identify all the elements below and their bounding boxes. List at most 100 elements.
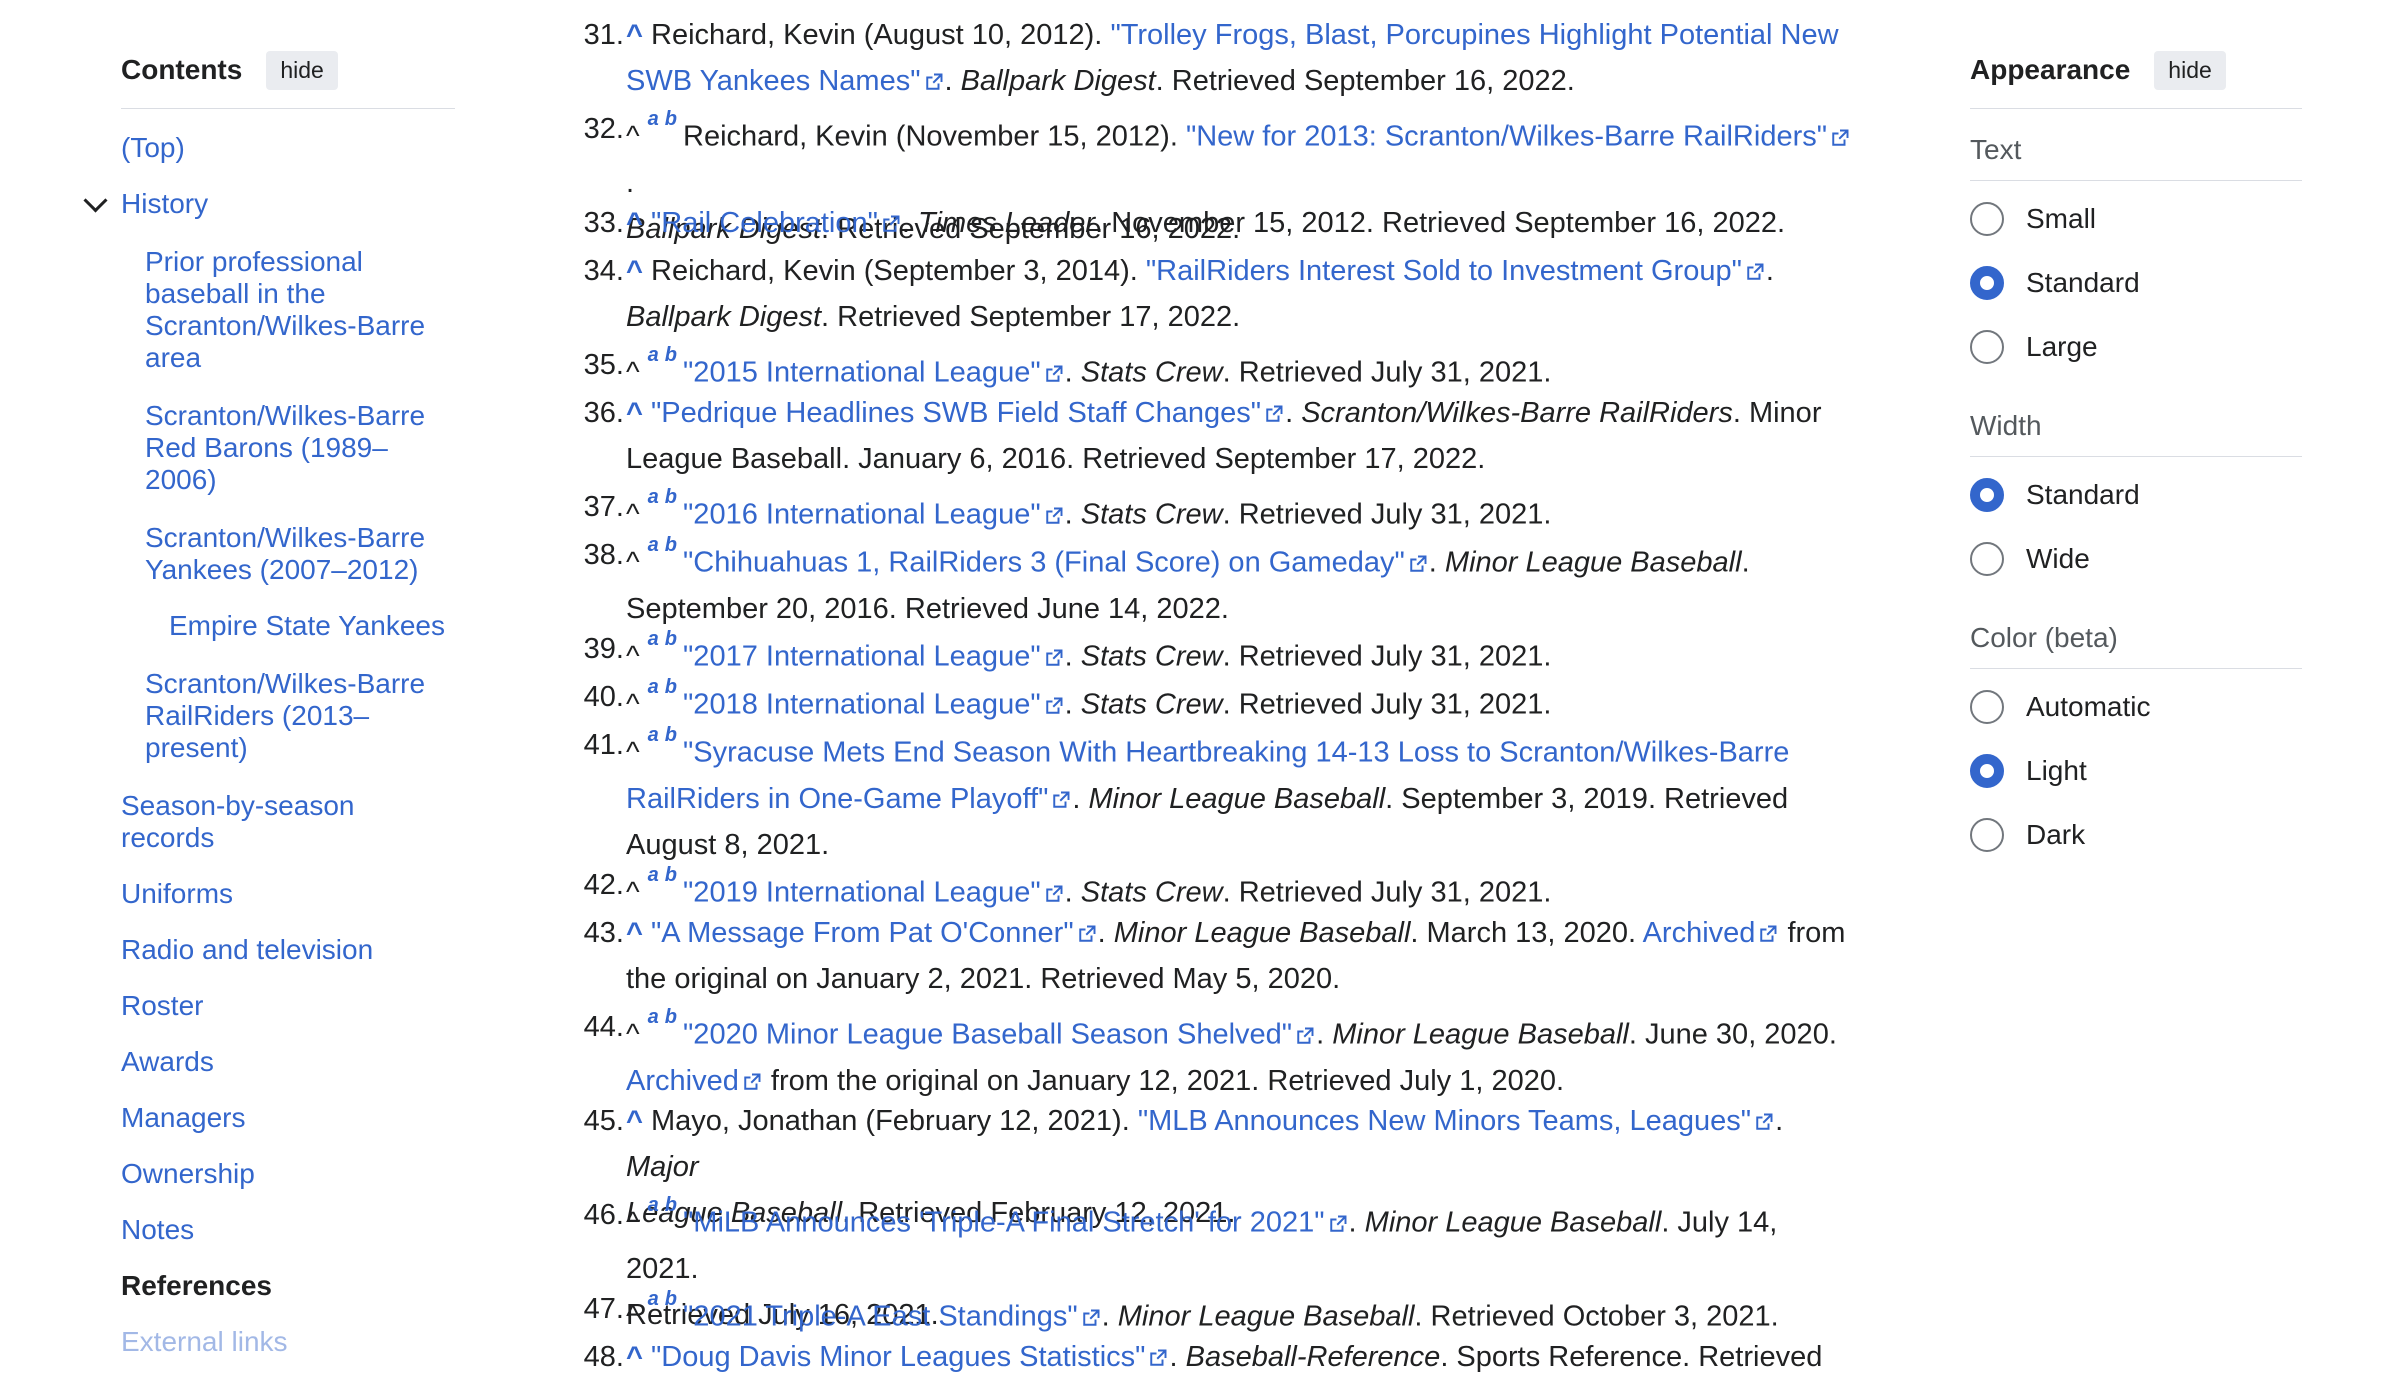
backlink-a[interactable]: a bbox=[648, 1288, 659, 1310]
backlink-a[interactable]: a bbox=[648, 864, 659, 886]
toc-item-uniforms[interactable]: Uniforms bbox=[121, 878, 233, 910]
toc-item-top[interactable]: (Top) bbox=[121, 132, 185, 164]
radio-standard-width[interactable] bbox=[1970, 478, 2004, 512]
toc-item-managers[interactable]: Managers bbox=[121, 1102, 246, 1134]
radio-light[interactable] bbox=[1970, 754, 2004, 788]
archived-link[interactable]: Archived bbox=[1643, 917, 1756, 949]
reference-link[interactable]: "2018 International League" bbox=[683, 689, 1041, 721]
backlink-a[interactable]: a bbox=[648, 344, 659, 366]
text-option-small[interactable]: Small bbox=[1970, 202, 2096, 236]
backlink-b[interactable]: b bbox=[665, 1194, 677, 1216]
backlink-a[interactable]: a bbox=[648, 724, 659, 746]
width-option-wide[interactable]: Wide bbox=[1970, 542, 2090, 576]
text-option-standard[interactable]: Standard bbox=[1970, 266, 2140, 300]
reference-link[interactable]: "2020 Minor League Baseball Season Shelv… bbox=[683, 1019, 1292, 1051]
reference-link-cont[interactable]: RailRiders in One-Game Playoff" bbox=[626, 783, 1048, 815]
toc-item-notes[interactable]: Notes bbox=[121, 1214, 194, 1246]
reference-link[interactable]: "Chihuahuas 1, RailRiders 3 (Final Score… bbox=[683, 547, 1405, 579]
backlink-caret[interactable]: ^ bbox=[626, 917, 643, 949]
backlink-caret[interactable]: ^ bbox=[626, 207, 643, 239]
external-link-icon bbox=[1265, 405, 1283, 423]
reference-number: 37. bbox=[583, 491, 624, 523]
backlink-b[interactable]: b bbox=[665, 1006, 677, 1028]
backlink-caret[interactable]: ^ bbox=[626, 397, 643, 429]
reference-link[interactable]: "2019 International League" bbox=[683, 877, 1041, 909]
toc-item-red-barons[interactable]: Scranton/Wilkes-Barre Red Barons (1989–2… bbox=[145, 400, 445, 496]
backlink-b[interactable]: b bbox=[665, 344, 677, 366]
toc-item-radio-television[interactable]: Radio and television bbox=[121, 934, 373, 966]
backlink-b[interactable]: b bbox=[665, 628, 677, 650]
backlink-caret[interactable]: ^ bbox=[626, 19, 643, 51]
reference-link[interactable]: "Syracuse Mets End Season With Heartbrea… bbox=[683, 737, 1789, 769]
toc-item-roster[interactable]: Roster bbox=[121, 990, 203, 1022]
backlink-a[interactable]: a bbox=[648, 676, 659, 698]
backlink-a[interactable]: a bbox=[648, 108, 659, 130]
reference-link[interactable]: "RailRiders Interest Sold to Investment … bbox=[1146, 255, 1742, 287]
backlink-b[interactable]: b bbox=[665, 486, 677, 508]
radio-small[interactable] bbox=[1970, 202, 2004, 236]
toc-item-railriders[interactable]: Scranton/Wilkes-Barre RailRiders (2013–p… bbox=[145, 668, 445, 764]
reference-link[interactable]: "New for 2013: Scranton/Wilkes-Barre Rai… bbox=[1186, 121, 1827, 153]
reference-sep: . bbox=[1064, 688, 1081, 721]
toc-item-season-records[interactable]: Season-by-season records bbox=[121, 790, 421, 854]
backlink-caret[interactable]: ^ bbox=[626, 255, 643, 287]
reference-link[interactable]: "2016 International League" bbox=[683, 499, 1041, 531]
reference-link[interactable]: "2015 International League" bbox=[683, 357, 1041, 389]
backlink-a[interactable]: a bbox=[648, 486, 659, 508]
external-link-icon bbox=[1045, 885, 1063, 903]
backlink-caret[interactable]: ^ bbox=[626, 1341, 643, 1373]
radio-automatic[interactable] bbox=[1970, 690, 2004, 724]
backlink-a[interactable]: a bbox=[648, 628, 659, 650]
reference-link[interactable]: "2021 Triple-A East Standings" bbox=[683, 1301, 1078, 1333]
text-option-large[interactable]: Large bbox=[1970, 330, 2098, 364]
toc-item-swb-yankees[interactable]: Scranton/Wilkes-Barre Yankees (2007–2012… bbox=[145, 522, 445, 586]
backlink-b[interactable]: b bbox=[665, 676, 677, 698]
backlink-b[interactable]: b bbox=[665, 864, 677, 886]
radio-dark[interactable] bbox=[1970, 818, 2004, 852]
reference-link[interactable]: "Rail Celebration" bbox=[651, 207, 878, 239]
reference-date: . September 3, 2019. Retrieved bbox=[1385, 782, 1789, 815]
backlink-b[interactable]: b bbox=[665, 724, 677, 746]
reference-link[interactable]: "MiLB Announces 'Triple-A Final Stretch'… bbox=[683, 1207, 1325, 1239]
reference-sep: . bbox=[626, 166, 635, 199]
reference-date: . Retrieved September 16, 2022. bbox=[1155, 65, 1575, 97]
toc-hide-button[interactable]: hide bbox=[266, 50, 338, 90]
color-option-dark[interactable]: Dark bbox=[1970, 818, 2085, 852]
external-link-icon bbox=[925, 73, 943, 91]
archived-link[interactable]: Archived bbox=[626, 1065, 739, 1097]
chevron-down-icon[interactable] bbox=[83, 188, 108, 213]
reference-publisher: Stats Crew bbox=[1080, 498, 1223, 531]
reference-link[interactable]: "Trolley Frogs, Blast, Porcupines Highli… bbox=[1110, 19, 1838, 51]
toc-item-history[interactable]: History bbox=[121, 188, 208, 220]
color-option-light[interactable]: Light bbox=[1970, 754, 2087, 788]
reference-link[interactable]: "A Message From Pat O'Conner" bbox=[651, 917, 1074, 949]
reference-publisher: Times Leader bbox=[918, 207, 1096, 239]
radio-standard-text[interactable] bbox=[1970, 266, 2004, 300]
backlink-caret[interactable]: ^ bbox=[626, 1105, 643, 1137]
toc-item-external-links[interactable]: External links bbox=[121, 1326, 288, 1358]
backlink-a[interactable]: a bbox=[648, 1194, 659, 1216]
reference-date: . Minor bbox=[1732, 397, 1822, 429]
external-link-icon bbox=[1078, 925, 1096, 943]
backlink-b[interactable]: b bbox=[665, 534, 677, 556]
width-option-standard[interactable]: Standard bbox=[1970, 478, 2140, 512]
radio-large[interactable] bbox=[1970, 330, 2004, 364]
toc-item-ownership[interactable]: Ownership bbox=[121, 1158, 255, 1190]
radio-wide[interactable] bbox=[1970, 542, 2004, 576]
backlink-b[interactable]: b bbox=[665, 108, 677, 130]
appearance-hide-button[interactable]: hide bbox=[2154, 50, 2226, 90]
toc-item-empire-state-yankees[interactable]: Empire State Yankees bbox=[169, 610, 445, 642]
reference-link[interactable]: "MLB Announces New Minors Teams, Leagues… bbox=[1138, 1105, 1751, 1137]
color-option-automatic[interactable]: Automatic bbox=[1970, 690, 2151, 724]
backlink-b[interactable]: b bbox=[665, 1288, 677, 1310]
reference-date: . Retrieved July 31, 2021. bbox=[1222, 688, 1552, 721]
toc-item-references[interactable]: References bbox=[121, 1270, 272, 1302]
reference-link[interactable]: "2017 International League" bbox=[683, 641, 1041, 673]
backlink-a[interactable]: a bbox=[648, 534, 659, 556]
reference-link[interactable]: "Pedrique Headlines SWB Field Staff Chan… bbox=[651, 397, 1261, 429]
backlink-a[interactable]: a bbox=[648, 1006, 659, 1028]
toc-item-prior-professional-baseball[interactable]: Prior professional baseball in the Scran… bbox=[145, 246, 445, 374]
reference-link-cont[interactable]: SWB Yankees Names" bbox=[626, 65, 921, 97]
toc-item-awards[interactable]: Awards bbox=[121, 1046, 214, 1078]
reference-link[interactable]: "Doug Davis Minor Leagues Statistics" bbox=[651, 1341, 1145, 1373]
